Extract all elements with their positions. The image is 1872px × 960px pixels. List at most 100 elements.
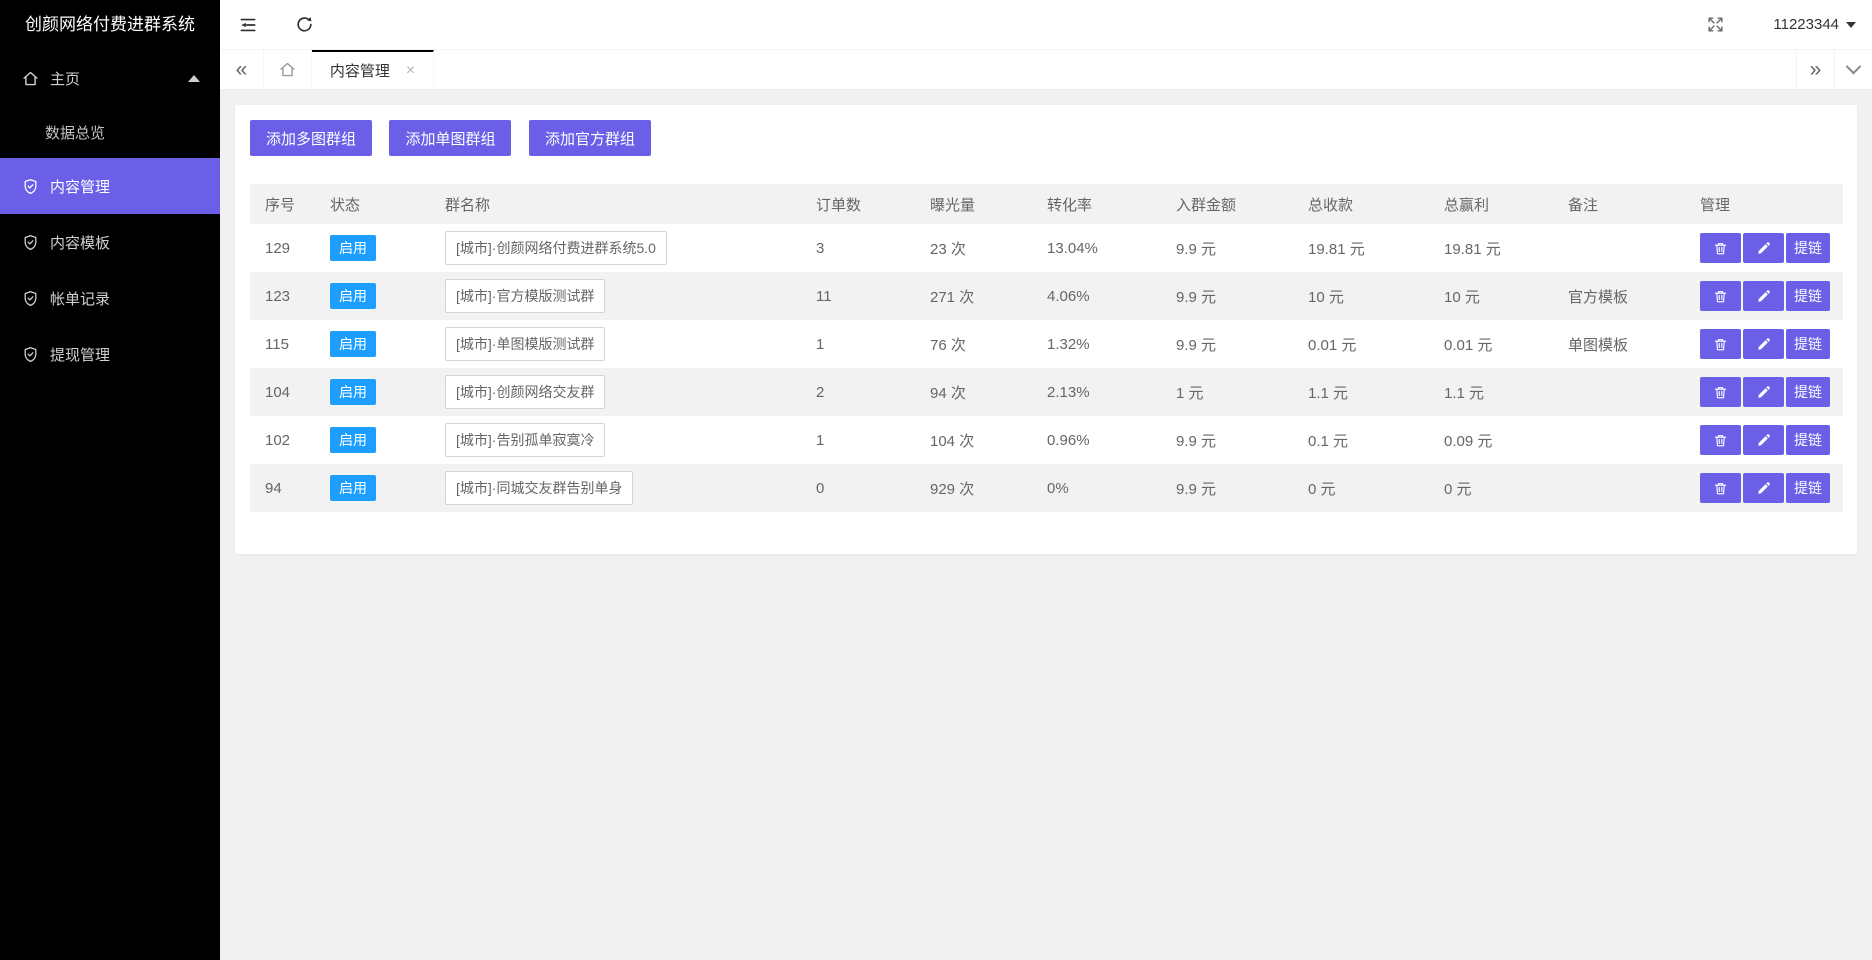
shield-check-icon	[22, 234, 39, 251]
edit-button[interactable]	[1743, 425, 1784, 455]
status-badge: 启用	[330, 379, 376, 405]
add-official-group-button[interactable]: 添加官方群组	[529, 120, 651, 156]
tab-scroll-left-button[interactable]: «	[220, 50, 264, 89]
group-name-box[interactable]: [城市]·同城交友群告别单身	[445, 471, 633, 505]
group-name-box[interactable]: [城市]·创颜网络付费进群系统5.0	[445, 231, 667, 265]
cell-join-amount: 1 元	[1161, 368, 1293, 416]
cell-remark: 单图模板	[1553, 320, 1685, 368]
double-chevron-left-icon: «	[236, 59, 248, 80]
cell-orders: 0	[801, 464, 915, 512]
cell-total-profit: 10 元	[1429, 272, 1553, 320]
username: 11223344	[1773, 16, 1839, 33]
cell-id: 94	[250, 464, 315, 512]
collapse-sidebar-button[interactable]	[220, 0, 276, 50]
double-chevron-right-icon: »	[1810, 59, 1822, 80]
table-body: 129 启用 [城市]·创颜网络付费进群系统5.0 3 23 次 13.04% …	[250, 224, 1843, 512]
row-actions: 提链	[1700, 425, 1830, 455]
sidebar-item-home[interactable]: 主页	[0, 50, 220, 106]
table-row: 123 启用 [城市]·官方模版测试群 11 271 次 4.06% 9.9 元…	[250, 272, 1843, 320]
top-header: 11223344	[220, 0, 1872, 50]
cell-orders: 11	[801, 272, 915, 320]
cell-conversion: 1.32%	[1032, 320, 1161, 368]
cell-exposure: 104 次	[915, 416, 1032, 464]
delete-button[interactable]	[1700, 329, 1741, 359]
edit-button[interactable]	[1743, 233, 1784, 263]
app-title: 创颜网络付费进群系统	[0, 0, 220, 50]
cell-conversion: 0.96%	[1032, 416, 1161, 464]
table-row: 129 启用 [城市]·创颜网络付费进群系统5.0 3 23 次 13.04% …	[250, 224, 1843, 272]
column-header: 备注	[1553, 184, 1685, 224]
tab-scroll-right-button[interactable]: »	[1796, 50, 1834, 89]
delete-button[interactable]	[1700, 233, 1741, 263]
cell-remark	[1553, 416, 1685, 464]
edit-button[interactable]	[1743, 377, 1784, 407]
group-name-box[interactable]: [城市]·告别孤单寂寞冷	[445, 423, 605, 457]
cell-exposure: 271 次	[915, 272, 1032, 320]
copy-link-button[interactable]: 提链	[1786, 233, 1830, 263]
cell-total-income: 19.81 元	[1293, 224, 1429, 272]
tab-bar: « 内容管理 × »	[220, 50, 1872, 90]
cell-remark	[1553, 224, 1685, 272]
edit-button[interactable]	[1743, 473, 1784, 503]
edit-button[interactable]	[1743, 329, 1784, 359]
tab-content-manage[interactable]: 内容管理 ×	[312, 50, 434, 89]
copy-link-button[interactable]: 提链	[1786, 377, 1830, 407]
delete-button[interactable]	[1700, 377, 1741, 407]
trash-icon	[1713, 241, 1728, 256]
sidebar-item-content-template[interactable]: 内容模板	[0, 214, 220, 270]
trash-icon	[1713, 433, 1728, 448]
add-multi-image-group-button[interactable]: 添加多图群组	[250, 120, 372, 156]
cell-exposure: 929 次	[915, 464, 1032, 512]
column-header: 管理	[1685, 184, 1843, 224]
shield-check-icon	[22, 346, 39, 363]
cell-total-income: 0.1 元	[1293, 416, 1429, 464]
sidebar-item-content-manage[interactable]: 内容管理	[0, 158, 220, 214]
copy-link-button[interactable]: 提链	[1786, 473, 1830, 503]
sidebar-subitem-label: 数据总览	[45, 122, 105, 143]
sidebar-item-bill-records[interactable]: 帐单记录	[0, 270, 220, 326]
cell-id: 104	[250, 368, 315, 416]
copy-link-button[interactable]: 提链	[1786, 425, 1830, 455]
status-badge: 启用	[330, 235, 376, 261]
toolbar: 添加多图群组 添加单图群组 添加官方群组	[250, 120, 1842, 156]
sidebar-item-withdraw-manage[interactable]: 提现管理	[0, 326, 220, 382]
sidebar-item-label: 主页	[50, 68, 80, 89]
group-name-box[interactable]: [城市]·创颜网络交友群	[445, 375, 605, 409]
group-name-box[interactable]: [城市]·官方模版测试群	[445, 279, 605, 313]
cell-orders: 2	[801, 368, 915, 416]
sidebar-item-data-overview[interactable]: 数据总览	[0, 106, 220, 158]
cell-orders: 3	[801, 224, 915, 272]
cell-join-amount: 9.9 元	[1161, 272, 1293, 320]
cell-remark	[1553, 464, 1685, 512]
cell-total-income: 0 元	[1293, 464, 1429, 512]
status-badge: 启用	[330, 283, 376, 309]
delete-button[interactable]	[1700, 473, 1741, 503]
copy-link-button[interactable]: 提链	[1786, 281, 1830, 311]
shield-check-icon	[22, 290, 39, 307]
cell-total-profit: 1.1 元	[1429, 368, 1553, 416]
fullscreen-button[interactable]	[1687, 0, 1743, 50]
tab-close-icon[interactable]: ×	[406, 62, 415, 80]
user-dropdown[interactable]: 11223344	[1773, 16, 1856, 33]
delete-button[interactable]	[1700, 281, 1741, 311]
status-badge: 启用	[330, 331, 376, 357]
cell-id: 115	[250, 320, 315, 368]
cell-total-income: 10 元	[1293, 272, 1429, 320]
edit-button[interactable]	[1743, 281, 1784, 311]
row-actions: 提链	[1700, 233, 1830, 263]
content-card: 添加多图群组 添加单图群组 添加官方群组 序号状态群名称订单数曝光量转化率入群金…	[235, 105, 1857, 554]
pencil-icon	[1757, 481, 1771, 495]
row-actions: 提链	[1700, 377, 1830, 407]
tab-home-button[interactable]	[264, 50, 312, 89]
table-row: 115 启用 [城市]·单图模版测试群 1 76 次 1.32% 9.9 元 0…	[250, 320, 1843, 368]
copy-link-button[interactable]: 提链	[1786, 329, 1830, 359]
pencil-icon	[1757, 433, 1771, 447]
tab-menu-button[interactable]	[1834, 50, 1872, 89]
sidebar-menu: 主页 数据总览 内容管理 内容模板 帐单记录	[0, 50, 220, 382]
group-name-box[interactable]: [城市]·单图模版测试群	[445, 327, 605, 361]
refresh-button[interactable]	[276, 0, 332, 50]
table-row: 94 启用 [城市]·同城交友群告别单身 0 929 次 0% 9.9 元 0 …	[250, 464, 1843, 512]
cell-orders: 1	[801, 320, 915, 368]
add-single-image-group-button[interactable]: 添加单图群组	[389, 120, 511, 156]
delete-button[interactable]	[1700, 425, 1741, 455]
